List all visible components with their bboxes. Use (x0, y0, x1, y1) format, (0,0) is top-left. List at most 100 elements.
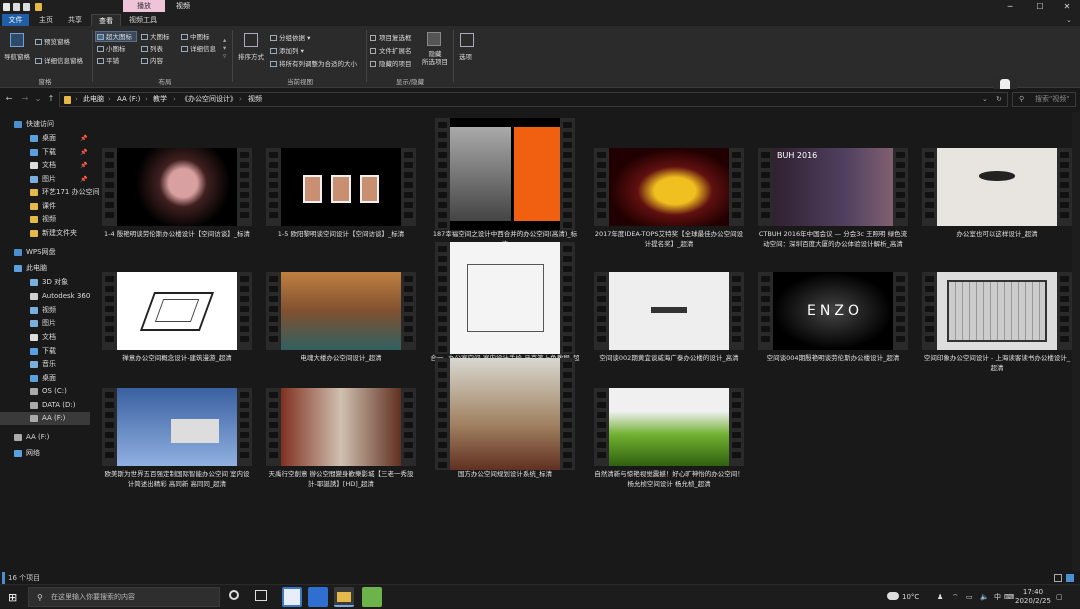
tab-video-tools[interactable]: 视频工具 (123, 14, 163, 26)
sidebar-item[interactable]: 此电脑 (0, 262, 90, 275)
sidebar-item[interactable]: 桌面 (0, 372, 90, 385)
file-name-label[interactable]: 电魂大楼办公空间设计_超清 (266, 354, 416, 364)
video-file-thumbnail[interactable] (266, 272, 416, 350)
sort-by-button[interactable]: 排序方式 (238, 53, 264, 61)
file-name-label[interactable]: 禅意办公空间概念设计-建筑漫游_超清 (102, 354, 252, 364)
cortana-icon[interactable] (229, 590, 239, 600)
tab-share[interactable]: 共享 (62, 14, 88, 26)
file-name-label[interactable]: 天禹行空創意 辦公空間變身歡樂影城【三老一秀設計-耶誕誘】[HD]_超清 (266, 470, 416, 489)
ribbon-expand-icon[interactable]: ⌄ (1060, 14, 1078, 26)
notification-icon[interactable]: ▢ (1056, 585, 1063, 609)
recent-locations-button[interactable]: ⌄ (32, 92, 44, 106)
hide-selected-button[interactable]: 隐藏 所选项目 (420, 50, 450, 66)
forward-button[interactable]: → (19, 92, 31, 106)
sidebar-item[interactable]: AA (F:) (0, 412, 90, 425)
navigation-pane-icon[interactable] (10, 33, 24, 47)
wifi-icon[interactable]: ⌔ (952, 585, 959, 609)
clock[interactable]: 17:40 2020/2/25 (1015, 588, 1051, 606)
video-file-thumbnail[interactable]: BUH 2016 (758, 148, 908, 226)
breadcrumb-course[interactable]: 《办公空间设计》 (181, 93, 237, 106)
windows-start-icon[interactable]: ⊞ (8, 591, 17, 604)
paint-app-icon[interactable] (282, 587, 302, 607)
sidebar-item[interactable]: 图片 (0, 317, 90, 330)
sidebar-item[interactable]: AA (F:) (0, 431, 90, 444)
layout-details[interactable]: 详细信息 (181, 45, 216, 53)
video-file-thumbnail[interactable] (266, 148, 416, 226)
file-explorer-icon[interactable] (334, 587, 354, 607)
context-tab-play[interactable]: 播放 (123, 0, 165, 12)
video-file-thumbnail[interactable] (594, 272, 744, 350)
video-file-thumbnail[interactable] (102, 388, 252, 466)
large-icons-view-icon[interactable] (1066, 574, 1074, 582)
video-file-thumbnail[interactable] (102, 148, 252, 226)
details-view-icon[interactable] (1054, 574, 1062, 582)
breadcrumb-this-pc[interactable]: 此电脑 (83, 93, 104, 106)
sidebar-item[interactable]: 下载 (0, 345, 90, 358)
layout-small-icons[interactable]: 小图标 (97, 45, 126, 53)
file-name-label[interactable]: 1-5 欧阳黎明谈空间设计【空间访谈】_标清 (266, 230, 416, 240)
address-bar[interactable]: › 此电脑 › AA (F:) › 教学 › 《办公空间设计》 › 视频 ⌄ ↻ (59, 92, 1008, 107)
sidebar-item[interactable]: 新建文件夹 (0, 227, 90, 240)
video-file-thumbnail[interactable] (435, 242, 575, 354)
weather-temp[interactable]: 10°C (902, 585, 919, 609)
add-columns-button[interactable]: 添加列 ▾ (270, 47, 304, 55)
hidden-items-toggle[interactable]: 隐藏的项目 (370, 60, 412, 68)
wps-writer-icon[interactable] (308, 587, 328, 607)
file-extensions-toggle[interactable]: 文件扩展名 (370, 47, 412, 55)
file-name-label[interactable]: 空间印象办公空间设计 - 上海读客读书办公楼设计_超清 (922, 354, 1072, 373)
layout-scroll-icon[interactable]: ▴ ▾ ▿ (223, 36, 226, 60)
sidebar-item[interactable]: 音乐 (0, 358, 90, 371)
sidebar-item[interactable]: 图片 📌 (0, 173, 90, 186)
file-name-label[interactable]: CTBUH 2016年中国会议 — 分会3c 王照明 绿色流动空间：深圳百度大厦… (758, 230, 908, 249)
sidebar-item[interactable]: OS (C:) (0, 385, 90, 398)
sidebar-item[interactable]: 网络 (0, 447, 90, 460)
video-file-thumbnail[interactable] (594, 148, 744, 226)
item-checkboxes-toggle[interactable]: 项目复选框 (370, 34, 412, 42)
video-file-thumbnail[interactable] (102, 272, 252, 350)
close-button[interactable]: ✕ (1052, 1, 1080, 13)
file-name-label[interactable]: 空间谈004期殷艳明谈劳伦斯办公楼设计_超清 (758, 354, 908, 364)
file-name-label[interactable]: 欧美斯为世界五百强定制国际智能办公空间 室内设计简述出精彩 高同新 高同同_超清 (102, 470, 252, 489)
sidebar-item[interactable]: 文档 📌 (0, 159, 90, 172)
breadcrumb-drive[interactable]: AA (F:) (117, 93, 140, 106)
video-file-thumbnail[interactable] (922, 272, 1072, 350)
ime-indicator[interactable]: 中 (994, 585, 1001, 609)
layout-content[interactable]: 内容 (141, 57, 163, 65)
up-button[interactable]: ↑ (45, 92, 57, 106)
options-icon[interactable] (460, 33, 474, 47)
video-file-thumbnail[interactable] (435, 118, 575, 230)
sidebar-item[interactable]: 快速访问 (0, 118, 90, 131)
volume-icon[interactable]: 🔈 (980, 585, 989, 609)
file-name-label[interactable]: 自然清新与惊艳视觉震撼！好心旷神怡的办公空间！ 杨允桢空间设计 杨允桢_超清 (594, 470, 744, 489)
address-dropdown-icon[interactable]: ⌄ (982, 93, 988, 106)
ime-mode-icon[interactable]: ⌨ (1004, 585, 1014, 609)
file-name-label[interactable]: 国方办公空间规划设计系统_标清 (430, 470, 580, 480)
taskbar-search-input[interactable]: 在这里输入你要搜索的内容 (51, 588, 135, 607)
breadcrumb-video[interactable]: 视频 (248, 93, 262, 106)
new-folder-icon[interactable] (23, 3, 30, 11)
file-name-label[interactable]: 空间谈002期黄宜谈威海广泰办公楼的设计_高清 (594, 354, 744, 364)
file-name-label[interactable]: 1-4 殷艳明谈劳伦斯办公楼设计【空间访谈】_标清 (102, 230, 252, 240)
sidebar-item[interactable]: DATA (D:) (0, 399, 90, 412)
hide-selected-icon[interactable] (427, 32, 441, 46)
tab-home[interactable]: 主页 (33, 14, 59, 26)
search-box[interactable]: ⚲ 搜索"视频" (1012, 92, 1076, 107)
sort-icon[interactable] (244, 33, 258, 47)
sidebar-item[interactable]: 视频 (0, 213, 90, 226)
sidebar-item[interactable]: Autodesk 360 (0, 290, 90, 303)
video-file-thumbnail[interactable] (594, 388, 744, 466)
properties-icon[interactable] (13, 3, 20, 11)
sidebar-item[interactable]: 下载 📌 (0, 146, 90, 159)
task-view-icon[interactable] (255, 590, 267, 601)
size-columns-button[interactable]: 将所有列调整为合适的大小 (270, 60, 357, 68)
person-icon[interactable]: ♟ (937, 585, 943, 609)
sidebar-item[interactable]: 3D 对象 (0, 276, 90, 289)
sidebar-item[interactable]: 文档 (0, 331, 90, 344)
layout-large-icons[interactable]: 大图标 (141, 33, 170, 41)
refresh-icon[interactable]: ↻ (996, 93, 1002, 106)
video-file-thumbnail[interactable] (922, 148, 1072, 226)
sidebar-item[interactable]: 视频 (0, 304, 90, 317)
sidebar-item[interactable]: WPS网盘 (0, 246, 90, 259)
taskbar-search[interactable]: ⚲ 在这里输入你要搜索的内容 (28, 587, 220, 607)
layout-tiles[interactable]: 平铺 (97, 57, 119, 65)
